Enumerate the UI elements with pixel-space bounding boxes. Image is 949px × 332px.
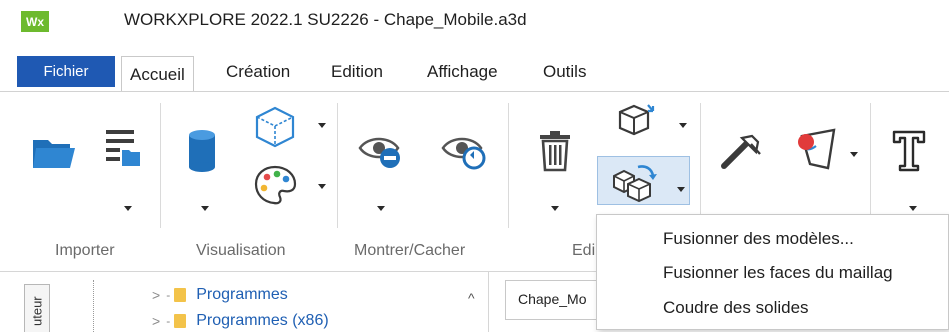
tree-item-label: Programmes (x86) — [196, 312, 329, 329]
analysis-dropdown-caret[interactable] — [850, 152, 858, 157]
title-bar: Wx WORKXPLORE 2022.1 SU2226 - Chape_Mobi… — [0, 0, 949, 40]
side-panel-tab[interactable]: uteur — [24, 284, 50, 332]
group-label-edition-partial: Edi — [572, 242, 596, 259]
group-separator — [160, 103, 161, 228]
group-separator — [700, 103, 701, 228]
group-label-visualisation: Visualisation — [196, 242, 286, 259]
tab-fichier[interactable]: Fichier — [17, 56, 115, 87]
caliper-icon[interactable] — [718, 132, 764, 172]
chevron-right-icon[interactable]: > — [152, 287, 160, 303]
tree-connector: - — [166, 314, 171, 328]
menu-item-fusionner-faces-maillage[interactable]: Fusionner les faces du maillag — [663, 263, 893, 283]
color-palette-icon[interactable] — [253, 164, 297, 206]
text-dropdown-caret[interactable] — [909, 206, 917, 211]
tab-outils[interactable]: Outils — [543, 56, 586, 87]
3d-box-icon[interactable] — [253, 105, 297, 149]
menu-item-coudre-solides[interactable]: Coudre des solides — [663, 298, 809, 318]
merge-models-icon[interactable] — [612, 163, 660, 203]
window-title: WORKXPLORE 2022.1 SU2226 - Chape_Mobile.… — [124, 10, 527, 29]
recent-files-icon[interactable] — [104, 126, 144, 172]
folder-open-icon[interactable] — [30, 134, 78, 174]
panel-divider[interactable] — [488, 272, 489, 332]
group-label-importer: Importer — [55, 242, 115, 259]
recent-dropdown-caret[interactable] — [124, 206, 132, 211]
folder-icon — [174, 314, 187, 328]
explode-dropdown-caret[interactable] — [679, 123, 687, 128]
delete-dropdown-caret[interactable] — [551, 206, 559, 211]
group-separator — [508, 103, 509, 228]
eye-swap-icon[interactable] — [440, 132, 488, 172]
analysis-icon[interactable] — [792, 126, 842, 174]
tab-affichage[interactable]: Affichage — [427, 56, 498, 87]
palette-dropdown-caret[interactable] — [318, 184, 326, 189]
tree-connector: - — [166, 288, 171, 302]
scroll-up-arrow-icon[interactable]: ^ — [468, 290, 475, 306]
merge-dropdown-menu: Fusionner des modèles... Fusionner les f… — [596, 214, 949, 330]
explode-model-icon[interactable] — [614, 102, 658, 146]
group-label-montrer-cacher: Montrer/Cacher — [354, 242, 466, 259]
box3d-dropdown-caret[interactable] — [318, 123, 326, 128]
group-separator — [870, 103, 871, 228]
tree-item-programmes[interactable]: > - Programmes — [152, 286, 288, 304]
group-separator — [337, 103, 338, 228]
menu-item-fusionner-modeles[interactable]: Fusionner des modèles... — [663, 229, 854, 249]
tab-edition[interactable]: Edition — [331, 56, 383, 87]
chevron-right-icon[interactable]: > — [152, 313, 160, 329]
tree-item-label: Programmes — [196, 286, 288, 303]
tab-accueil[interactable]: Accueil — [121, 56, 194, 93]
ribbon-tab-bar: Fichier Accueil Création Edition Afficha… — [0, 52, 949, 93]
eye-hide-icon[interactable] — [357, 132, 405, 172]
folder-icon — [174, 288, 187, 302]
cylinder-icon[interactable] — [186, 128, 218, 174]
tree-guide-line — [93, 280, 94, 332]
cylinder-dropdown-caret[interactable] — [201, 206, 209, 211]
app-logo: Wx — [21, 11, 49, 32]
trash-icon[interactable] — [538, 130, 572, 172]
tab-creation[interactable]: Création — [226, 56, 290, 87]
text-icon[interactable] — [890, 128, 930, 174]
tree-item-programmes-x86[interactable]: > - Programmes (x86) — [152, 312, 329, 330]
merge-dropdown-caret[interactable] — [677, 187, 685, 192]
hide-dropdown-caret[interactable] — [377, 206, 385, 211]
